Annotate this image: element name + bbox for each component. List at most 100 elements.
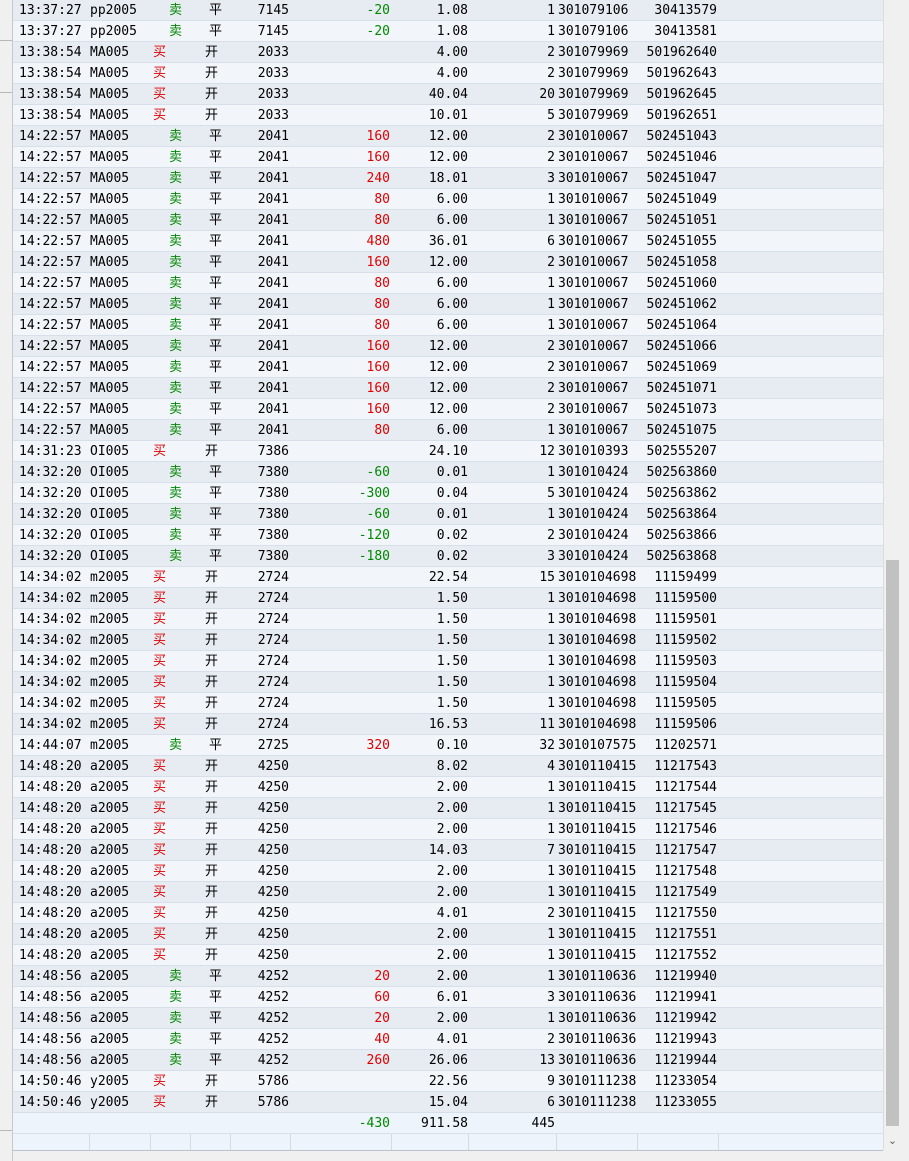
contract-code-cell: pp2005 (90, 24, 137, 39)
table-row[interactable]: 14:34:02 m2005 买开 2724 1.50 1 3010104698 111595… (13, 672, 883, 693)
table-row[interactable]: 14:48:20 a2005 买开 4250 2.00 1 3010110415 112175… (13, 924, 883, 945)
table-row[interactable]: 14:22:57 MA005 卖平 2041 160 12.00 2 301010067 502… (13, 126, 883, 147)
price-cell: 4250 (257, 948, 289, 963)
table-row[interactable]: 14:34:02 m2005 买开 2724 1.50 1 3010104698 111595… (13, 588, 883, 609)
table-row[interactable]: 14:32:20 OI005 卖平 7380 -120 0.02 2 301010424 502… (13, 525, 883, 546)
table-row[interactable]: 14:22:57 MA005 卖平 2041 480 36.01 6 301010067 502… (13, 231, 883, 252)
trade-id-cell: 11219941 (654, 990, 717, 1005)
table-row[interactable]: 14:32:20 OI005 卖平 7380 -180 0.02 3 301010424 502… (13, 546, 883, 567)
trade-id-cell: 502555207 (646, 444, 717, 459)
table-row[interactable]: 14:22:57 MA005 卖平 2041 80 6.00 1 301010067 50245… (13, 273, 883, 294)
table-row[interactable]: 14:48:20 a2005 买开 4250 2.00 1 3010110415 112175… (13, 945, 883, 966)
profit-loss-cell (291, 567, 390, 587)
table-row[interactable]: 14:48:56 a2005 卖平 4252 60 6.01 3 3010110636 1121… (13, 987, 883, 1008)
table-row[interactable]: 14:22:57 MA005 卖平 2041 80 6.00 1 301010067 50245… (13, 315, 883, 336)
table-row[interactable]: 13:38:54 MA005 买开 2033 4.00 2 301079969 5019626… (13, 42, 883, 63)
contract-code-cell: y2005 (90, 1074, 130, 1089)
table-row[interactable]: 14:48:20 a2005 买开 4250 2.00 1 3010110415 112175… (13, 882, 883, 903)
table-row[interactable]: 14:22:57 MA005 卖平 2041 240 18.01 3 301010067 502… (13, 168, 883, 189)
order-id-cell: 301010067 (558, 276, 629, 291)
table-row[interactable]: 14:22:57 MA005 卖平 2041 160 12.00 2 301010067 502… (13, 252, 883, 273)
table-row[interactable]: 14:48:20 a2005 买开 4250 2.00 1 3010110415 112175… (13, 777, 883, 798)
fee-cell: 10.01 (428, 108, 468, 123)
time-cell: 14:48:20 (19, 843, 82, 858)
table-row[interactable]: 14:34:02 m2005 买开 2724 1.50 1 3010104698 111595… (13, 630, 883, 651)
table-row[interactable]: 14:32:20 OI005 卖平 7380 -60 0.01 1 301010424 5025… (13, 504, 883, 525)
profit-loss-cell (291, 441, 390, 461)
price-cell: 4250 (257, 759, 289, 774)
volume-cell: 5 (547, 108, 555, 123)
chevron-down-icon[interactable]: ⌄ (884, 1132, 901, 1149)
table-row[interactable]: 13:37:27 pp2005 卖平 7145 -20 1.08 1 301079106 304… (13, 21, 883, 42)
table-row[interactable]: 14:48:56 a2005 卖平 4252 20 2.00 1 3010110636 1121… (13, 1008, 883, 1029)
fee-cell: 2.00 (436, 948, 468, 963)
profit-loss-cell (291, 63, 390, 83)
price-cell: 2041 (257, 192, 289, 207)
fee-cell: 2.00 (436, 969, 468, 984)
volume-cell: 6 (547, 234, 555, 249)
table-row[interactable]: 14:22:57 MA005 卖平 2041 80 6.00 1 301010067 50245… (13, 210, 883, 231)
table-row[interactable]: 14:34:02 m2005 买开 2724 1.50 1 3010104698 111595… (13, 609, 883, 630)
table-row[interactable]: 14:22:57 MA005 卖平 2041 160 12.00 2 301010067 502… (13, 399, 883, 420)
table-row[interactable]: 14:48:20 a2005 买开 4250 2.00 1 3010110415 112175… (13, 819, 883, 840)
table-row[interactable]: 13:38:54 MA005 买开 2033 10.01 5 301079969 501962… (13, 105, 883, 126)
profit-loss-cell (291, 630, 390, 650)
scrollbar-thumb[interactable] (886, 560, 899, 1126)
profit-loss-cell (291, 903, 390, 923)
table-row[interactable]: 14:48:20 a2005 买开 4250 4.01 2 3010110415 112175… (13, 903, 883, 924)
time-cell: 14:34:02 (19, 591, 82, 606)
volume-cell: 1 (547, 948, 555, 963)
table-row[interactable]: 14:48:20 a2005 买开 4250 2.00 1 3010110415 112175… (13, 798, 883, 819)
table-row[interactable]: 14:48:20 a2005 买开 4250 8.02 4 3010110415 112175… (13, 756, 883, 777)
table-row[interactable]: 14:34:02 m2005 买开 2724 1.50 1 3010104698 111595… (13, 693, 883, 714)
fee-cell: 12.00 (428, 339, 468, 354)
fee-cell: 12.00 (428, 129, 468, 144)
trade-id-cell: 11217543 (654, 759, 717, 774)
volume-cell: 2 (547, 339, 555, 354)
vertical-scrollbar[interactable]: ⌄ (883, 0, 901, 1150)
table-row[interactable]: 14:34:02 m2005 买开 2724 16.53 11 3010104698 1115… (13, 714, 883, 735)
table-row[interactable]: 14:22:57 MA005 卖平 2041 80 6.00 1 301010067 50245… (13, 294, 883, 315)
table-row[interactable]: 13:38:54 MA005 买开 2033 4.00 2 301079969 5019626… (13, 63, 883, 84)
trade-records-table[interactable]: 13:37:27 pp2005 卖平 7145 -20 1.08 1 301079106 304… (13, 0, 883, 1151)
table-row[interactable]: 14:44:07 m2005 卖平 2725 320 0.10 32 3010107575 11… (13, 735, 883, 756)
profit-loss-cell (291, 672, 390, 692)
table-row[interactable]: 14:22:57 MA005 卖平 2041 80 6.00 1 301010067 50245… (13, 420, 883, 441)
table-row[interactable]: 14:50:46 y2005 买开 5786 15.04 6 3010111238 11233… (13, 1092, 883, 1113)
price-cell: 4252 (257, 1053, 289, 1068)
table-row[interactable]: 14:48:20 a2005 买开 4250 14.03 7 3010110415 11217… (13, 840, 883, 861)
table-row[interactable]: 14:48:56 a2005 卖平 4252 20 2.00 1 3010110636 1121… (13, 966, 883, 987)
table-row[interactable]: 14:48:56 a2005 卖平 4252 260 26.06 13 3010110636 1… (13, 1050, 883, 1071)
table-row[interactable]: 14:22:57 MA005 卖平 2041 160 12.00 2 301010067 502… (13, 357, 883, 378)
table-row[interactable]: 14:32:20 OI005 卖平 7380 -60 0.01 1 301010424 5025… (13, 462, 883, 483)
volume-cell: 7 (547, 843, 555, 858)
table-row[interactable]: 13:38:54 MA005 买开 2033 40.04 20 301079969 50196… (13, 84, 883, 105)
table-row[interactable]: 14:34:02 m2005 买开 2724 22.54 15 3010104698 1115… (13, 567, 883, 588)
profit-loss-cell: -180 (358, 549, 390, 564)
trade-id-cell: 11217544 (654, 780, 717, 795)
table-row[interactable]: 14:22:57 MA005 卖平 2041 160 12.00 2 301010067 502… (13, 147, 883, 168)
table-row[interactable]: 14:22:57 MA005 卖平 2041 80 6.00 1 301010067 50245… (13, 189, 883, 210)
volume-cell: 1 (547, 507, 555, 522)
table-row[interactable]: 14:48:56 a2005 卖平 4252 40 4.01 2 3010110636 1121… (13, 1029, 883, 1050)
profit-loss-cell: 80 (374, 276, 390, 291)
profit-loss-cell: 240 (366, 171, 390, 186)
table-row[interactable]: 14:22:57 MA005 卖平 2041 160 12.00 2 301010067 502… (13, 378, 883, 399)
table-row[interactable]: 13:37:27 pp2005 卖平 7145 -20 1.08 1 301079106 304… (13, 0, 883, 21)
table-row[interactable]: 14:48:20 a2005 买开 4250 2.00 1 3010110415 112175… (13, 861, 883, 882)
trade-id-cell: 502451073 (646, 402, 717, 417)
table-row[interactable]: 14:34:02 m2005 买开 2724 1.50 1 3010104698 111595… (13, 651, 883, 672)
volume-cell: 1 (547, 318, 555, 333)
direction-cell: 买 (153, 45, 167, 60)
direction-cell: 买 (153, 717, 167, 732)
profit-loss-cell (291, 924, 390, 944)
price-cell: 2033 (257, 108, 289, 123)
trade-id-cell: 11159499 (654, 570, 717, 585)
table-row[interactable]: 14:22:57 MA005 卖平 2041 160 12.00 2 301010067 502… (13, 336, 883, 357)
price-cell: 2724 (257, 591, 289, 606)
price-cell: 2041 (257, 150, 289, 165)
table-row[interactable]: 14:31:23 OI005 买开 7386 24.10 12 301010393 50255… (13, 441, 883, 462)
table-row[interactable]: 14:32:20 OI005 卖平 7380 -300 0.04 5 301010424 502… (13, 483, 883, 504)
table-row[interactable]: 14:50:46 y2005 买开 5786 22.56 9 3010111238 11233… (13, 1071, 883, 1092)
trade-id-cell: 502563862 (646, 486, 717, 501)
